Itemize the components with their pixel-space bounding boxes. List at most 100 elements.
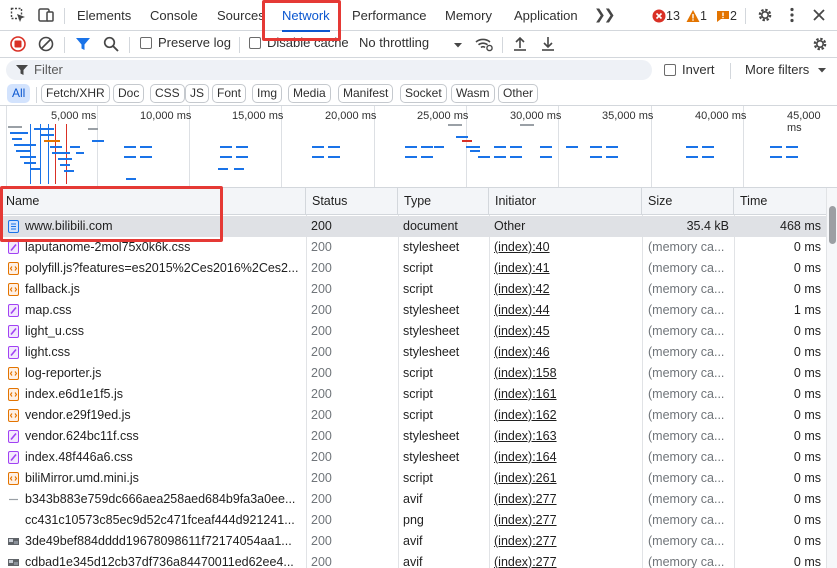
type-filter-img[interactable]: Img	[252, 84, 283, 103]
request-time: 1 ms	[793, 303, 821, 317]
preserve-log-checkbox[interactable]	[140, 37, 152, 49]
column-header-size[interactable]: Size	[642, 188, 734, 215]
table-row[interactable]: map.css 200 stylesheet (index):44 (memory ca…	[0, 300, 826, 321]
vertical-scrollbar[interactable]	[826, 188, 837, 568]
warning-counter[interactable]: 1	[686, 8, 707, 24]
column-header-type[interactable]: Type	[398, 188, 489, 215]
table-row[interactable]: biliMirror.umd.mini.js 200 script (index):2…	[0, 468, 826, 489]
request-initiator[interactable]: (index):277	[494, 531, 640, 552]
request-initiator[interactable]: (index):41	[494, 258, 640, 279]
invert-label: Invert	[682, 62, 715, 77]
table-row[interactable]: b343b883e759dc666aea258aed684b9fa3a0ee..…	[0, 489, 826, 510]
column-header-initiator[interactable]: Initiator	[489, 188, 642, 215]
scrollbar-thumb[interactable]	[829, 206, 836, 244]
request-initiator[interactable]: (index):164	[494, 447, 640, 468]
tab-elements[interactable]: Elements	[77, 0, 131, 31]
request-status: 200	[311, 513, 332, 527]
import-har-icon[interactable]	[511, 35, 529, 53]
stylesheet-file-icon	[8, 325, 19, 338]
request-initiator[interactable]: (index):261	[494, 468, 640, 489]
request-initiator[interactable]: (index):42	[494, 279, 640, 300]
request-type: stylesheet	[403, 429, 460, 443]
table-row[interactable]: laputanome-2mol75x0k6k.css 200 stylesheet (…	[0, 237, 826, 258]
type-filter-wasm[interactable]: Wasm	[451, 84, 495, 103]
type-filter-manifest[interactable]: Manifest	[338, 84, 394, 103]
network-conditions-icon[interactable]	[474, 35, 493, 53]
request-name: b343b883e759dc666aea258aed684b9fa3a0ee..…	[25, 492, 296, 506]
clear-icon[interactable]	[37, 35, 55, 53]
table-row[interactable]: cdbad1e345d12cb37df736a84470011ed62ee4..…	[0, 552, 826, 568]
table-row[interactable]: 3de49bef884dddd19678098611f72174054aa1..…	[0, 531, 826, 552]
request-initiator[interactable]: (index):277	[494, 510, 640, 531]
table-row[interactable]: vendor.e29f19ed.js 200 script (index):162 (m…	[0, 405, 826, 426]
divider	[502, 37, 503, 53]
type-filter-css[interactable]: CSS	[150, 84, 185, 103]
invert-checkbox[interactable]	[664, 64, 676, 76]
chevron-down-icon[interactable]	[817, 63, 827, 80]
table-row[interactable]: cc431c10573c85ec9d52c471fceaf444d921241.…	[0, 510, 826, 531]
table-row[interactable]: index.48f446a6.css 200 stylesheet (index):1…	[0, 447, 826, 468]
request-initiator[interactable]: (index):277	[494, 489, 640, 510]
tab-performance[interactable]: Performance	[352, 0, 426, 31]
request-initiator[interactable]: (index):40	[494, 237, 640, 258]
table-row[interactable]: vendor.624bc11f.css 200 stylesheet (index):…	[0, 426, 826, 447]
type-filter-all[interactable]: All	[7, 84, 31, 103]
type-filter-font[interactable]: Font	[212, 84, 247, 103]
tab-network[interactable]: Network	[282, 0, 330, 32]
device-toolbar-icon[interactable]	[37, 6, 55, 24]
column-header-time[interactable]: Time	[734, 188, 826, 215]
tab-console[interactable]: Console	[150, 0, 198, 31]
table-row[interactable]: light.css 200 stylesheet (index):46 (memory …	[0, 342, 826, 363]
request-size: (memory ca...	[648, 261, 725, 275]
type-filter-other[interactable]: Other	[498, 84, 539, 103]
request-initiator[interactable]: (index):161	[494, 384, 640, 405]
table-row[interactable]: fallback.js 200 script (index):42 (memory ca…	[0, 279, 826, 300]
request-initiator[interactable]: (index):44	[494, 300, 640, 321]
chevron-down-icon[interactable]	[452, 36, 470, 54]
throttling-select[interactable]: No throttling	[359, 35, 429, 50]
type-filter-fetch-xhr[interactable]: Fetch/XHR	[41, 84, 110, 103]
type-filter-media[interactable]: Media	[288, 84, 331, 103]
request-initiator[interactable]: (index):162	[494, 405, 640, 426]
table-row[interactable]: polyfill.js?features=es2015%2Ces2016%2Ce…	[0, 258, 826, 279]
tab-sources[interactable]: Sources	[217, 0, 265, 31]
request-status: 200	[311, 345, 332, 359]
request-size: 35.4 kB	[686, 219, 729, 233]
close-icon[interactable]	[810, 6, 828, 24]
export-har-icon[interactable]	[539, 35, 557, 53]
request-initiator[interactable]: (index):277	[494, 552, 640, 568]
more-filters-dropdown[interactable]: More filters	[745, 62, 809, 77]
table-row[interactable]: www.bilibili.com 200 document Other 35.4 kB 4…	[0, 216, 826, 237]
timeline-request-bar	[220, 156, 232, 158]
tab-application[interactable]: Application	[514, 0, 578, 31]
request-time: 0 ms	[793, 261, 821, 275]
inspect-element-icon[interactable]	[9, 6, 27, 24]
filter-funnel-icon[interactable]	[74, 35, 92, 53]
column-header-name[interactable]: Name	[0, 188, 306, 215]
type-filter-js[interactable]: JS	[185, 84, 210, 103]
more-options-icon[interactable]	[783, 6, 801, 24]
request-initiator[interactable]: (index):46	[494, 342, 640, 363]
timeline-gridline	[6, 106, 7, 187]
record-stop-icon[interactable]	[9, 35, 27, 53]
column-header-status[interactable]: Status	[306, 188, 398, 215]
table-row[interactable]: log-reporter.js 200 script (index):158 (memo…	[0, 363, 826, 384]
table-row[interactable]: light_u.css 200 stylesheet (index):45 (memor…	[0, 321, 826, 342]
error-counter[interactable]: 13	[652, 8, 680, 24]
disable-cache-checkbox[interactable]	[249, 37, 261, 49]
type-filter-socket[interactable]: Socket	[400, 84, 447, 103]
filter-input[interactable]: Filter	[6, 60, 652, 80]
issues-counter[interactable]: 2	[716, 8, 737, 24]
more-tabs-icon[interactable]: ❯❯	[594, 6, 616, 23]
tab-memory[interactable]: Memory	[445, 0, 492, 31]
settings-gear-icon[interactable]	[756, 6, 774, 24]
network-overview-timeline[interactable]: 5,000 ms 10,000 ms 15,000 ms 20,000 ms 2…	[0, 106, 837, 188]
search-icon[interactable]	[102, 35, 120, 53]
type-filter-doc[interactable]: Doc	[113, 84, 145, 103]
request-initiator[interactable]: (index):158	[494, 363, 640, 384]
network-settings-gear-icon[interactable]	[811, 35, 829, 53]
timeline-request-bar	[520, 124, 534, 126]
table-row[interactable]: index.e6d1e1f5.js 200 script (index):161 (me…	[0, 384, 826, 405]
request-initiator[interactable]: (index):45	[494, 321, 640, 342]
request-initiator[interactable]: (index):163	[494, 426, 640, 447]
